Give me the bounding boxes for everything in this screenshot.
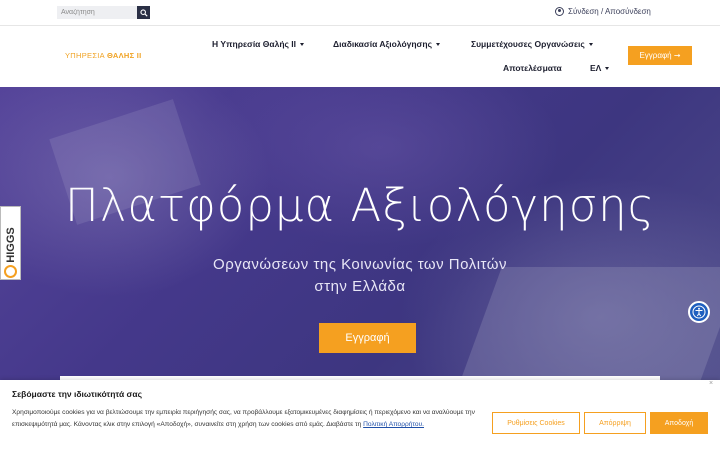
logo-bold: ΘΑΛΗΣ ΙΙ xyxy=(106,51,142,60)
login-link[interactable]: Σύνδεση / Αποσύνδεση xyxy=(555,7,651,16)
cookie-accept-button[interactable]: Αποδοχή xyxy=(650,412,708,434)
nav-item-label: Η Υπηρεσία Θαλής ΙΙ xyxy=(212,39,297,49)
caret-down-icon xyxy=(605,66,610,70)
caret-down-icon xyxy=(300,42,305,46)
site-logo[interactable]: ΥΠΗΡΕΣΙΑ ΘΑΛΗΣ ΙΙ xyxy=(65,51,142,60)
cookie-reject-button[interactable]: Απόρριψη xyxy=(584,412,646,434)
higgs-logo-icon xyxy=(4,265,17,278)
privacy-policy-link[interactable]: Πολιτική Απορρήτου. xyxy=(363,421,424,428)
cookie-title: Σεβόμαστε την ιδιωτικότητά σας xyxy=(12,389,142,399)
cookie-settings-button[interactable]: Ρυθμίσεις Cookies xyxy=(492,412,580,434)
hero-subtitle-line2: στην Ελλάδα xyxy=(314,278,406,295)
accessibility-icon xyxy=(692,305,706,319)
search-button[interactable] xyxy=(137,6,150,19)
search-icon xyxy=(139,8,148,17)
hero-title: Πλατφόρμα Αξιολόγησης xyxy=(64,179,656,232)
nav-item-evaluation[interactable]: Διαδικασία Αξιολόγησης xyxy=(333,39,440,49)
nav-item-organizations[interactable]: Συμμετέχουσες Οργανώσεις xyxy=(471,39,593,49)
register-button[interactable]: Εγγραφή ➞ xyxy=(628,46,692,65)
accessibility-button[interactable] xyxy=(688,301,710,323)
hero-subtitle-line1: Οργανώσεων της Κοινωνίας των Πολιτών xyxy=(213,256,507,273)
close-icon[interactable]: × xyxy=(709,380,713,387)
hero-register-label: Εγγραφή xyxy=(345,332,390,344)
search-form xyxy=(57,6,150,19)
main-header: ΥΠΗΡΕΣΙΑ ΘΑΛΗΣ ΙΙ Η Υπηρεσία Θαλής ΙΙ Δι… xyxy=(0,26,720,87)
cookie-accept-label: Αποδοχή xyxy=(664,419,694,427)
nav-item-label: Διαδικασία Αξιολόγησης xyxy=(333,39,432,49)
search-input[interactable] xyxy=(57,6,137,19)
cookie-settings-label: Ρυθμίσεις Cookies xyxy=(507,419,565,427)
cookie-text: Χρησιμοποιούμε cookies για να βελτιώσουμ… xyxy=(12,407,482,431)
nav-item-service[interactable]: Η Υπηρεσία Θαλής ΙΙ xyxy=(212,39,305,49)
cookie-banner: × Σεβόμαστε την ιδιωτικότητά σας Χρησιμο… xyxy=(0,380,720,450)
hero-register-button[interactable]: Εγγραφή xyxy=(319,323,416,353)
cookie-reject-label: Απόρριψη xyxy=(599,419,631,427)
higgs-badge-text: HIGGS xyxy=(5,227,17,263)
nav-item-label: Αποτελέσματα xyxy=(503,63,562,73)
language-selector[interactable]: ΕΛ xyxy=(590,63,610,73)
logo-prefix: ΥΠΗΡΕΣΙΑ xyxy=(65,51,107,60)
caret-down-icon xyxy=(588,42,593,46)
top-bar: Σύνδεση / Αποσύνδεση xyxy=(0,0,720,26)
login-label: Σύνδεση / Αποσύνδεση xyxy=(568,7,651,16)
higgs-badge[interactable]: HIGGS xyxy=(0,206,21,280)
language-label: ΕΛ xyxy=(590,63,602,73)
caret-down-icon xyxy=(435,42,440,46)
user-icon xyxy=(555,7,564,16)
nav-item-label: Συμμετέχουσες Οργανώσεις xyxy=(471,39,585,49)
nav-item-results[interactable]: Αποτελέσματα xyxy=(503,63,562,73)
register-label: Εγγραφή ➞ xyxy=(639,51,681,60)
